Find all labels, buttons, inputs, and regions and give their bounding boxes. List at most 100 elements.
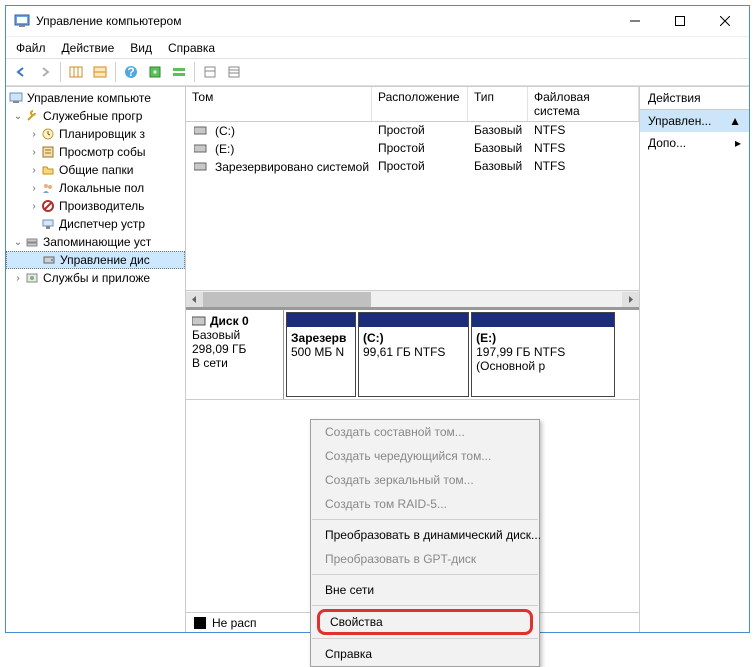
ctx-separator [312, 605, 538, 606]
tree-device-manager[interactable]: Диспетчер устр [6, 215, 185, 233]
ctx-separator [312, 519, 538, 520]
collapse-icon[interactable]: ⌄ [12, 237, 24, 248]
settings-button[interactable] [144, 61, 166, 83]
actions-item-more[interactable]: Допо... ▸ [640, 132, 749, 154]
ctx-new-raid5[interactable]: Создать том RAID-5... [311, 492, 539, 516]
tree-local-users[interactable]: › Локальные пол [6, 179, 185, 197]
computer-icon [8, 90, 24, 106]
menu-file[interactable]: Файл [8, 39, 54, 57]
tree-disk-management[interactable]: Управление дис [6, 251, 185, 269]
ctx-separator [312, 638, 538, 639]
event-icon [40, 144, 56, 160]
ctx-properties[interactable]: Свойства [317, 609, 533, 635]
tree-event-viewer[interactable]: › Просмотр собы [6, 143, 185, 161]
clock-icon [40, 126, 56, 142]
disk-view-button[interactable] [168, 61, 190, 83]
tree-root[interactable]: Управление компьюте [6, 89, 185, 107]
scrollbar-thumb[interactable] [203, 292, 371, 307]
col-layout[interactable]: Расположение [372, 87, 468, 121]
tree-system-tools[interactable]: ⌄ Служебные прогр [6, 107, 185, 125]
partition-header-bar [472, 313, 614, 327]
volume-row[interactable]: (C:) Простой Базовый NTFS [186, 122, 639, 140]
collapse-icon[interactable]: ⌄ [12, 111, 24, 122]
ctx-offline[interactable]: Вне сети [311, 578, 539, 602]
disk-graphical-view: Диск 0 Базовый 298,09 ГБ В сети Зарезерв… [186, 307, 639, 399]
device-icon [40, 216, 56, 232]
titlebar: Управление компьютером [6, 6, 749, 36]
toolbar-separator [115, 62, 116, 82]
partition-e[interactable]: (E:)197,99 ГБ NTFS(Основной р [471, 312, 615, 397]
folder-icon [40, 162, 56, 178]
horizontal-scrollbar[interactable] [186, 290, 639, 307]
actions-header: Действия [640, 87, 749, 110]
storage-icon [24, 234, 40, 250]
disk-context-menu: Создать составной том... Создать чередую… [310, 419, 540, 667]
expand-icon[interactable]: › [28, 129, 40, 140]
col-filesystem[interactable]: Файловая система [528, 87, 639, 121]
legend-label: Не расп [212, 616, 257, 630]
maximize-button[interactable] [657, 7, 702, 35]
tree-shared-folders[interactable]: › Общие папки [6, 161, 185, 179]
volume-icon [192, 159, 208, 175]
volume-row[interactable]: (E:) Простой Базовый NTFS [186, 140, 639, 158]
scroll-left-icon[interactable] [186, 292, 203, 307]
ctx-new-striped[interactable]: Создать чередующийся том... [311, 444, 539, 468]
tree-performance[interactable]: › Производитель [6, 197, 185, 215]
navigation-tree[interactable]: Управление компьюте ⌄ Служебные прогр › … [6, 87, 186, 632]
ctx-new-spanned[interactable]: Создать составной том... [311, 420, 539, 444]
users-icon [40, 180, 56, 196]
window-controls [612, 7, 747, 35]
refresh-button[interactable] [199, 61, 221, 83]
scrollbar-track[interactable] [203, 292, 622, 307]
volume-list[interactable]: (C:) Простой Базовый NTFS (E:) Простой Б… [186, 122, 639, 290]
tools-icon [24, 108, 40, 124]
partition-header-bar [287, 313, 355, 327]
volume-list-header: Том Расположение Тип Файловая система [186, 87, 639, 122]
toolbar: ? [6, 58, 749, 86]
ctx-convert-gpt[interactable]: Преобразовать в GPT-диск [311, 547, 539, 571]
app-icon [14, 13, 30, 29]
volume-icon [192, 141, 208, 157]
partition-system-reserved[interactable]: Зарезерв500 МБ N [286, 312, 356, 397]
toolbar-separator [194, 62, 195, 82]
partition-header-bar [359, 313, 468, 327]
col-volume[interactable]: Том [186, 87, 372, 121]
legend-swatch-unallocated [194, 617, 206, 629]
back-button[interactable] [10, 61, 32, 83]
expand-icon[interactable]: › [28, 183, 40, 194]
partition-c[interactable]: (C:)99,61 ГБ NTFS [358, 312, 469, 397]
ctx-convert-dynamic[interactable]: Преобразовать в динамический диск... [311, 523, 539, 547]
view-split-button[interactable] [89, 61, 111, 83]
help-button[interactable]: ? [120, 61, 142, 83]
menu-view[interactable]: Вид [122, 39, 160, 57]
view-columns-button[interactable] [65, 61, 87, 83]
volume-row[interactable]: Зарезервировано системой Простой Базовый… [186, 158, 639, 176]
svg-text:?: ? [127, 65, 134, 79]
minimize-button[interactable] [612, 7, 657, 35]
volume-list-container: Том Расположение Тип Файловая система (C… [186, 87, 639, 307]
expand-icon[interactable]: › [28, 165, 40, 176]
col-type[interactable]: Тип [468, 87, 528, 121]
expand-icon[interactable]: › [28, 201, 40, 212]
menu-help[interactable]: Справка [160, 39, 223, 57]
tree-services[interactable]: › Службы и приложе [6, 269, 185, 287]
expand-icon[interactable]: › [12, 273, 24, 284]
volume-icon [192, 123, 208, 139]
disk-icon [41, 252, 57, 268]
close-button[interactable] [702, 7, 747, 35]
disk0-info[interactable]: Диск 0 Базовый 298,09 ГБ В сети [186, 310, 284, 399]
ctx-separator [312, 574, 538, 575]
tree-scheduler[interactable]: › Планировщик з [6, 125, 185, 143]
ctx-new-mirrored[interactable]: Создать зеркальный том... [311, 468, 539, 492]
actions-item-manage[interactable]: Управлен... ▲ [640, 110, 749, 132]
performance-icon [40, 198, 56, 214]
services-icon [24, 270, 40, 286]
tree-storage[interactable]: ⌄ Запоминающие уст [6, 233, 185, 251]
menu-action[interactable]: Действие [54, 39, 123, 57]
ctx-help[interactable]: Справка [311, 642, 539, 666]
expand-icon[interactable]: › [28, 147, 40, 158]
window-title: Управление компьютером [36, 14, 612, 28]
scroll-right-icon[interactable] [622, 292, 639, 307]
list-button[interactable] [223, 61, 245, 83]
forward-button[interactable] [34, 61, 56, 83]
